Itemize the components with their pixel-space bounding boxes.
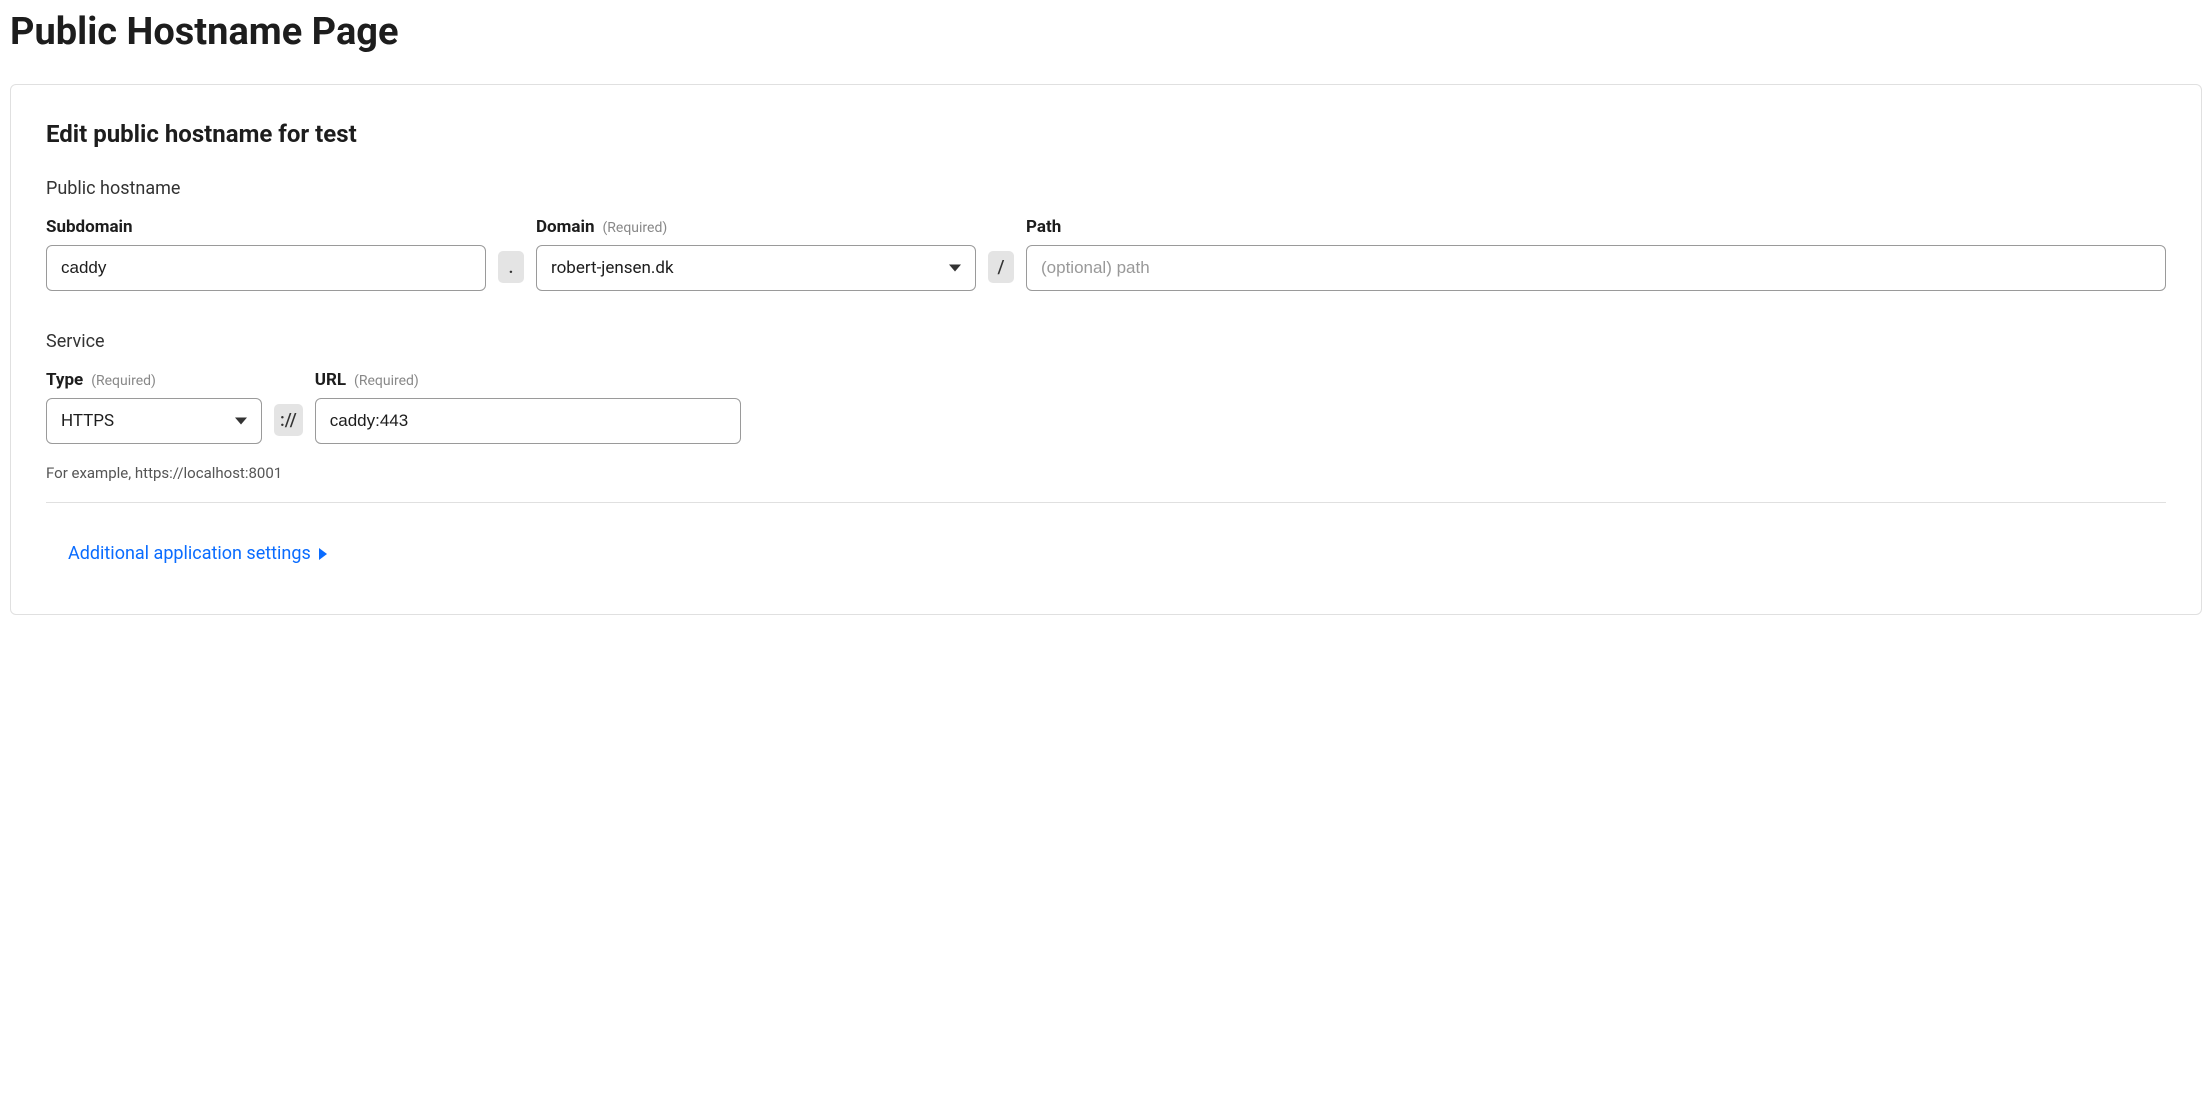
url-required-text: (Required) (354, 373, 419, 389)
service-row: Type (Required) HTTPS :// URL (Required) (46, 370, 2166, 444)
subdomain-label-text: Subdomain (46, 217, 133, 237)
subdomain-group: Subdomain (46, 217, 486, 291)
url-group: URL (Required) (315, 370, 741, 444)
page-title: Public Hostname Page (10, 10, 2202, 54)
type-required-text: (Required) (91, 373, 156, 389)
public-hostname-section-label: Public hostname (46, 178, 2166, 199)
additional-settings-toggle[interactable]: Additional application settings (46, 543, 327, 564)
subdomain-input[interactable] (46, 245, 486, 291)
domain-select[interactable]: robert-jensen.dk (536, 245, 976, 291)
service-section-label: Service (46, 331, 2166, 352)
protocol-separator: :// (274, 404, 303, 436)
domain-label-text: Domain (536, 217, 595, 237)
domain-required-text: (Required) (603, 220, 668, 236)
path-label-text: Path (1026, 217, 1061, 237)
url-input[interactable] (315, 398, 741, 444)
chevron-right-icon (319, 548, 327, 560)
type-group: Type (Required) HTTPS (46, 370, 262, 444)
type-select-value: HTTPS (61, 411, 114, 431)
dot-separator: . (498, 251, 524, 283)
chevron-down-icon (949, 265, 961, 272)
edit-panel: Edit public hostname for test Public hos… (10, 84, 2202, 615)
hostname-row: Subdomain . Domain (Required) robert-jen… (46, 217, 2166, 291)
path-label: Path (1026, 217, 2166, 237)
chevron-down-icon (235, 418, 247, 425)
domain-label: Domain (Required) (536, 217, 976, 237)
subdomain-label: Subdomain (46, 217, 486, 237)
slash-separator: / (988, 251, 1014, 283)
domain-select-value: robert-jensen.dk (551, 258, 674, 278)
divider (46, 502, 2166, 503)
url-label-text: URL (315, 370, 346, 390)
path-group: Path (1026, 217, 2166, 291)
panel-title: Edit public hostname for test (46, 120, 2166, 148)
type-label-text: Type (46, 370, 83, 390)
domain-group: Domain (Required) robert-jensen.dk (536, 217, 976, 291)
type-select[interactable]: HTTPS (46, 398, 262, 444)
type-label: Type (Required) (46, 370, 262, 390)
url-label: URL (Required) (315, 370, 741, 390)
path-input[interactable] (1026, 245, 2166, 291)
service-hint: For example, https://localhost:8001 (46, 464, 2166, 482)
additional-settings-label: Additional application settings (68, 543, 311, 564)
